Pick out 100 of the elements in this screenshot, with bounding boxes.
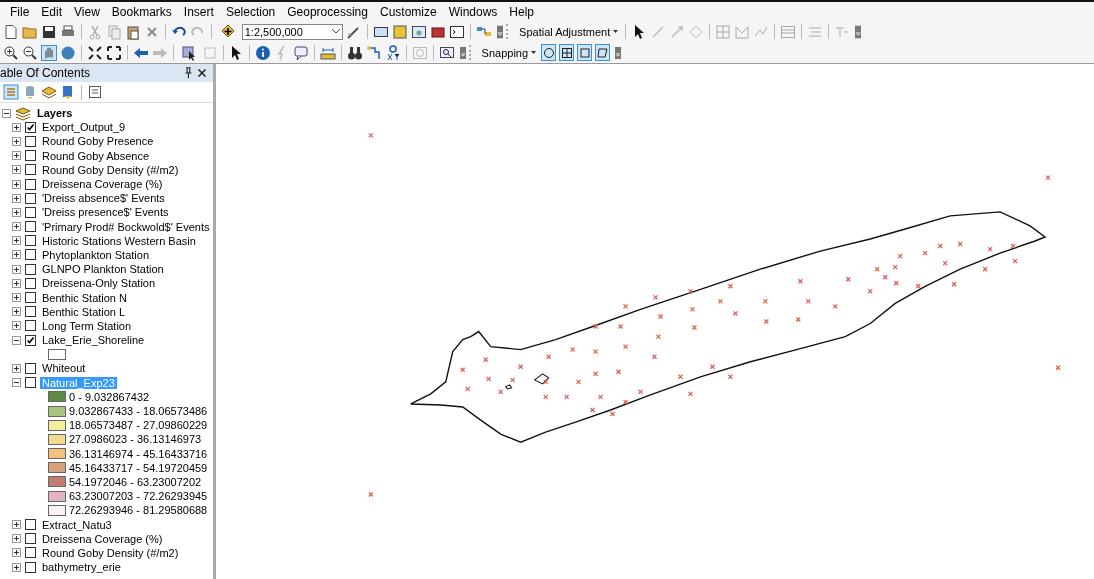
layer-name[interactable]: Round Goby Density (#/m2) <box>40 163 181 176</box>
expand-icon[interactable] <box>12 165 21 175</box>
layer-checkbox[interactable] <box>25 249 36 261</box>
layer-checkbox[interactable] <box>25 235 36 247</box>
snap-toggle[interactable] <box>595 44 610 61</box>
expand-icon[interactable] <box>12 250 21 260</box>
expand-icon[interactable] <box>12 179 21 189</box>
layer-checkbox[interactable] <box>25 292 36 304</box>
layers-icon[interactable] <box>15 105 31 122</box>
layer-name[interactable]: GLNPO Plankton Station <box>40 263 166 276</box>
layer-name[interactable]: Long Term Station <box>40 319 134 332</box>
layer-name[interactable]: Lake_Erie_Shoreline <box>40 334 147 347</box>
toolbar-overflow-icon[interactable] <box>497 24 504 39</box>
menu-item[interactable]: Customize <box>373 4 443 19</box>
expand-icon[interactable] <box>12 293 21 303</box>
layer-checkbox[interactable] <box>25 192 36 204</box>
expand-icon[interactable] <box>12 321 21 331</box>
caret-icon[interactable] <box>531 51 537 54</box>
paste-icon[interactable] <box>124 23 141 40</box>
search-window-icon[interactable] <box>411 23 428 40</box>
layer-name[interactable]: Extract_Natu3 <box>40 518 114 531</box>
layer-checkbox[interactable] <box>25 206 36 218</box>
layer-checkbox[interactable] <box>25 150 36 162</box>
expand-icon[interactable] <box>12 236 21 246</box>
list-by-visibility-icon[interactable] <box>41 84 57 100</box>
expand-icon[interactable] <box>12 363 21 373</box>
zoom-in-icon[interactable] <box>3 44 19 61</box>
expand-icon[interactable] <box>12 562 21 572</box>
expand-icon[interactable] <box>12 193 21 203</box>
expand-icon[interactable] <box>12 520 21 530</box>
zoom-out-icon[interactable] <box>22 44 38 61</box>
layer-name[interactable]: Dreissena Coverage (%) <box>40 178 165 191</box>
html-popup-icon[interactable] <box>293 44 310 61</box>
menu-item[interactable]: Help <box>503 4 541 19</box>
expand-icon[interactable] <box>12 122 21 132</box>
globe-icon[interactable] <box>60 44 76 61</box>
menu-item[interactable]: Selection <box>219 4 282 19</box>
map-scale-field[interactable]: 1:2,500,000 <box>241 23 344 40</box>
layer-name[interactable]: Dreissena Coverage (%) <box>40 532 165 545</box>
layer-name[interactable]: Export_Output_9 <box>40 121 128 134</box>
expand-icon[interactable] <box>12 207 21 217</box>
layer-checkbox[interactable] <box>25 221 36 233</box>
time-slider-icon[interactable] <box>411 44 428 61</box>
snap-toggle[interactable] <box>577 44 592 61</box>
menu-item[interactable]: Bookmarks <box>105 4 178 19</box>
spatial-adjustment-menu[interactable]: Spatial Adjustment <box>517 25 621 38</box>
layer-name[interactable]: Dreissena-Only Station <box>40 277 158 290</box>
expand-icon[interactable] <box>12 151 21 161</box>
toolbar-overflow-icon[interactable] <box>854 24 862 39</box>
layer-name[interactable]: Round Goby Presence <box>40 135 156 148</box>
layer-checkbox[interactable] <box>25 561 36 573</box>
layer-name[interactable]: 'Dreiss absence$' Events <box>40 192 167 205</box>
layer-checkbox[interactable] <box>25 547 36 559</box>
menu-item[interactable]: View <box>68 4 106 19</box>
layer-name[interactable]: Benthic Station N <box>40 291 129 304</box>
layer-checkbox[interactable] <box>25 178 36 190</box>
layer-checkbox[interactable] <box>25 277 36 289</box>
expand-icon[interactable] <box>12 534 21 544</box>
snap-toggle[interactable] <box>541 44 557 61</box>
toolbar-overflow-icon[interactable] <box>614 45 621 60</box>
layer-checkbox[interactable] <box>25 306 36 318</box>
find-route-icon[interactable] <box>366 44 382 61</box>
expand-icon[interactable] <box>12 548 21 558</box>
menu-item[interactable]: File <box>4 4 36 19</box>
save-icon[interactable] <box>41 23 57 40</box>
layer-name[interactable]: Round Goby Density (#/m2) <box>40 546 181 559</box>
layer-checkbox[interactable] <box>25 164 36 176</box>
toolbar-overflow-icon[interactable] <box>459 45 466 60</box>
layer-checkbox[interactable] <box>25 377 36 389</box>
collapse-icon[interactable] <box>2 108 11 118</box>
layer-checkbox[interactable] <box>25 519 36 531</box>
layer-name[interactable]: Historic Stations Western Basin <box>40 234 198 247</box>
snap-toggle[interactable] <box>559 44 574 61</box>
menu-item[interactable]: Windows <box>442 4 504 19</box>
go-to-xy-icon[interactable] <box>385 44 401 61</box>
layer-checkbox[interactable] <box>25 121 36 133</box>
layer-name[interactable]: 'Dreiss presence$' Events <box>40 206 171 219</box>
layer-name[interactable]: 'Primary Prod# Bockwold$' Events <box>40 220 212 233</box>
new-document-icon[interactable] <box>3 23 19 40</box>
layer-name[interactable]: Benthic Station L <box>40 305 128 318</box>
identify-icon[interactable] <box>255 44 272 61</box>
caret-icon[interactable] <box>613 30 619 33</box>
layer-checkbox[interactable] <box>25 320 36 332</box>
binoculars-icon[interactable] <box>347 44 363 61</box>
snapping-menu[interactable]: Snapping <box>479 46 539 59</box>
layer-name[interactable]: bathymetry_erie <box>40 561 123 574</box>
layer-checkbox[interactable] <box>25 533 36 545</box>
expand-icon[interactable] <box>12 264 21 274</box>
layer-checkbox[interactable] <box>25 362 36 374</box>
fixed-zoom-in-icon[interactable] <box>86 44 103 61</box>
layer-checkbox[interactable] <box>25 263 36 275</box>
collapse-icon[interactable] <box>12 335 21 345</box>
menu-item[interactable]: Geoprocessing <box>281 4 374 19</box>
expand-icon[interactable] <box>12 307 21 317</box>
create-viewer-icon[interactable] <box>438 44 455 61</box>
layer-checkbox[interactable] <box>25 334 36 346</box>
layer-name[interactable]: Whiteout <box>40 362 88 375</box>
layer-name[interactable]: Phytoplankton Station <box>40 248 152 261</box>
menu-item[interactable]: Insert <box>177 4 220 19</box>
expand-icon[interactable] <box>12 278 21 288</box>
